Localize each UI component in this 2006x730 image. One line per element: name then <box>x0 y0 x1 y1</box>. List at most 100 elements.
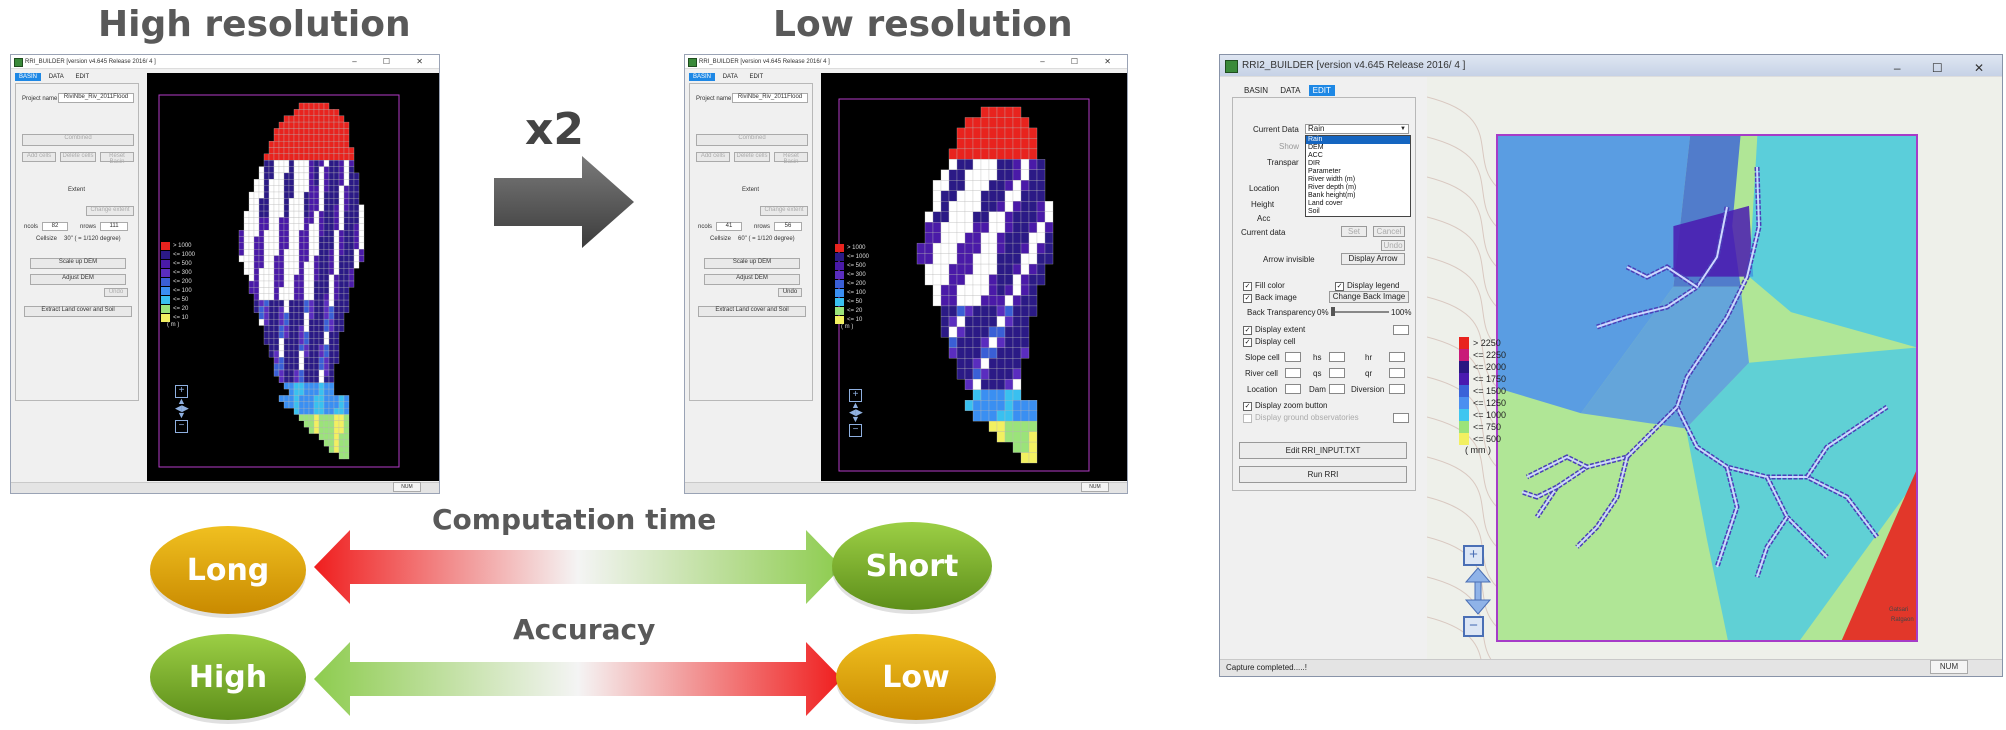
add-cells-button[interactable]: Add cells <box>22 152 56 162</box>
dropdown-option[interactable]: River width (m) <box>1306 176 1410 184</box>
delete-cells-button[interactable]: Delete cells <box>734 152 770 162</box>
reset-basin-button[interactable]: Reset Basin <box>774 152 808 165</box>
ncols-field[interactable]: 82 <box>42 222 68 231</box>
basin-cell <box>293 210 300 218</box>
fill-color-checkbox[interactable]: ✓ <box>1243 282 1252 291</box>
nrows-field[interactable]: 56 <box>774 222 802 231</box>
tab-data[interactable]: DATA <box>719 73 742 81</box>
zoom-controls[interactable]: + − <box>1463 545 1493 637</box>
project-name-field[interactable]: RiviNbe_Riv_2011Flood <box>58 93 134 103</box>
transparency-slider[interactable] <box>1331 311 1389 313</box>
scale-up-dem-button[interactable]: Scale up DEM <box>30 258 126 269</box>
tab-data[interactable]: DATA <box>1276 85 1304 96</box>
basin-cell <box>964 222 974 233</box>
display-extent-checkbox[interactable]: ✓ <box>1243 326 1252 335</box>
pan-arrows-icon[interactable]: ▲ ◀▶ ▼ <box>175 397 189 420</box>
dropdown-option[interactable]: River depth (m) <box>1306 184 1410 192</box>
display-legend-checkbox[interactable]: ✓ <box>1335 282 1344 291</box>
display-cell-checkbox[interactable]: ✓ <box>1243 338 1252 347</box>
current-data-select[interactable]: Rain ▼ <box>1305 124 1409 134</box>
display-ground-checkbox[interactable] <box>1243 414 1252 423</box>
basin-cell <box>956 305 966 317</box>
transparency-slider-thumb[interactable] <box>1331 307 1335 316</box>
zoom-out-icon[interactable]: − <box>175 420 188 433</box>
back-image-checkbox[interactable]: ✓ <box>1243 294 1252 303</box>
scale-up-dem-button[interactable]: Scale up DEM <box>704 258 800 269</box>
basin-cell <box>273 134 280 142</box>
change-extent-button[interactable]: Change extent <box>760 206 808 216</box>
tab-basin[interactable]: BASIN <box>689 73 716 81</box>
extent-color-box[interactable] <box>1393 325 1409 335</box>
undo-button[interactable]: Undo <box>778 288 802 297</box>
display-zoom-checkbox[interactable]: ✓ <box>1243 402 1252 411</box>
combined-button[interactable]: Combined <box>22 134 134 146</box>
display-arrow-button[interactable]: Display Arrow <box>1341 253 1405 265</box>
qs-box[interactable] <box>1329 368 1345 378</box>
run-rri-button[interactable]: Run RRI <box>1239 466 1407 483</box>
window-controls[interactable]: – ☐ ✕ <box>1040 55 1123 69</box>
basin-cell <box>303 268 310 275</box>
current-data-dropdown[interactable]: Rain DEM ACC DIR Parameter River width (m) Riv… <box>1305 135 1411 217</box>
dropdown-option[interactable]: ACC <box>1306 152 1410 160</box>
nrows-field[interactable]: 111 <box>100 222 128 231</box>
extract-land-cover-button[interactable]: Extract Land cover and Soil <box>24 306 132 317</box>
combined-button[interactable]: Combined <box>696 134 808 146</box>
hr-box[interactable] <box>1389 352 1405 362</box>
zoom-in-icon[interactable]: + <box>1463 545 1484 566</box>
adjust-dem-button[interactable]: Adjust DEM <box>30 274 126 285</box>
dropdown-option[interactable]: Bank height(m) <box>1306 192 1410 200</box>
dropdown-option[interactable]: DEM <box>1306 144 1410 152</box>
basin-cell <box>988 106 998 118</box>
change-extent-button[interactable]: Change extent <box>86 206 134 216</box>
dropdown-option[interactable]: Rain <box>1306 136 1410 144</box>
window-controls[interactable]: – ☐ ✕ <box>352 55 435 69</box>
tab-basin[interactable]: BASIN <box>15 73 42 81</box>
tab-edit[interactable]: EDIT <box>71 73 93 81</box>
basin-map-canvas[interactable]: > 1000 <= 1000 <= 500 <= 300 <= 200 <= 100 <= … <box>147 73 439 481</box>
set-button[interactable]: Set <box>1341 226 1367 237</box>
reset-basin-button[interactable]: Reset Basin <box>100 152 134 165</box>
zoom-controls[interactable]: + ▲ ◀▶ ▼ − <box>849 389 867 437</box>
project-name-field[interactable]: RiviNbe_Riv_2011Flood <box>732 93 808 103</box>
basin-cell <box>263 179 270 186</box>
tab-edit[interactable]: EDIT <box>745 73 767 81</box>
diversion-box[interactable] <box>1389 384 1405 394</box>
dropdown-option[interactable]: Parameter <box>1306 168 1410 176</box>
slope-cell-box[interactable] <box>1285 352 1301 362</box>
hs-box[interactable] <box>1329 352 1345 362</box>
map-view[interactable]: Gatsari Ratgaon > 2250 <= 2250 <= 2000 <= 1… <box>1427 77 2002 661</box>
zoom-controls[interactable]: + ▲ ◀▶ ▼ − <box>175 385 193 433</box>
pan-arrows-icon[interactable] <box>1463 566 1493 616</box>
ncols-field[interactable]: 41 <box>716 222 742 231</box>
delete-cells-button[interactable]: Delete cells <box>60 152 96 162</box>
basin-cell <box>308 363 315 371</box>
basin-cell <box>268 191 275 199</box>
undo-button[interactable]: Undo <box>104 288 128 297</box>
dropdown-option[interactable]: DIR <box>1306 160 1410 168</box>
pan-arrows-icon[interactable]: ▲ ◀▶ ▼ <box>849 401 863 424</box>
qr-box[interactable] <box>1389 368 1405 378</box>
zoom-out-icon[interactable]: − <box>1463 616 1484 637</box>
tab-data[interactable]: DATA <box>45 73 68 81</box>
undo-button[interactable]: Undo <box>1381 240 1405 251</box>
add-cells-button[interactable]: Add cells <box>696 152 730 162</box>
window-controls[interactable]: – ☐ ✕ <box>1894 57 1998 79</box>
dropdown-option[interactable]: Soil <box>1306 208 1410 216</box>
adjust-dem-button[interactable]: Adjust DEM <box>704 274 800 285</box>
ground-color-box[interactable] <box>1393 413 1409 423</box>
basin-cell <box>293 134 300 142</box>
tab-basin[interactable]: BASIN <box>1240 85 1272 96</box>
river-cell-box[interactable] <box>1285 368 1301 378</box>
basin-map-canvas[interactable]: > 1000 <= 1000 <= 500 <= 300 <= 200 <= 100 <= … <box>821 73 1127 481</box>
edit-input-button[interactable]: Edit RRI_INPUT.TXT <box>1239 442 1407 459</box>
dam-box[interactable] <box>1329 384 1345 394</box>
zoom-out-icon[interactable]: − <box>849 424 862 437</box>
tab-edit[interactable]: EDIT <box>1308 85 1335 96</box>
fill-color-label: Fill color <box>1255 281 1285 290</box>
location-box[interactable] <box>1285 384 1301 394</box>
dropdown-option[interactable]: Land cover <box>1306 200 1410 208</box>
basin-cell <box>980 284 990 296</box>
extract-land-cover-button[interactable]: Extract Land cover and Soil <box>698 306 806 317</box>
cancel-button[interactable]: Cancel <box>1373 226 1405 237</box>
change-back-image-button[interactable]: Change Back Image <box>1329 291 1409 303</box>
